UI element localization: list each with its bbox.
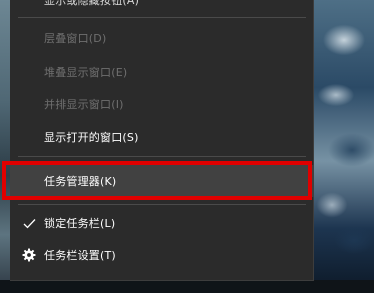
taskbar-edge (0, 280, 374, 293)
gear-icon (21, 247, 37, 263)
menu-item-cascade-windows: 层叠窗口(D) (10, 22, 314, 54)
menu-separator (18, 156, 306, 157)
menu-item-label: 任务栏设置(T) (44, 249, 116, 262)
desktop: 显示或隐藏按钮(A) 层叠窗口(D) 堆叠显示窗口(E) 并排显示窗口(I) 显… (0, 0, 374, 293)
menu-item-task-manager[interactable]: 任务管理器(K) (10, 165, 314, 197)
menu-separator (18, 17, 306, 18)
desktop-wallpaper-left (0, 0, 10, 293)
menu-item-label: 锁定任务栏(L) (44, 217, 116, 230)
menu-item-taskbar-settings[interactable]: 任务栏设置(T) (10, 239, 314, 271)
menu-item-label: 堆叠显示窗口(E) (44, 66, 128, 79)
taskbar-context-menu: 显示或隐藏按钮(A) 层叠窗口(D) 堆叠显示窗口(E) 并排显示窗口(I) 显… (10, 0, 314, 281)
menu-item-stack-windows: 堆叠显示窗口(E) (10, 56, 314, 88)
menu-item-lock-taskbar[interactable]: 锁定任务栏(L) (10, 207, 314, 239)
menu-item-show-hide-buttons[interactable]: 显示或隐藏按钮(A) (10, 0, 314, 7)
desktop-wallpaper-right (314, 0, 374, 293)
menu-item-label: 显示打开的窗口(S) (44, 131, 139, 144)
menu-item-label: 层叠窗口(D) (44, 32, 107, 45)
menu-separator (18, 204, 306, 205)
menu-item-side-by-side-windows: 并排显示窗口(I) (10, 88, 314, 120)
checkmark-icon (21, 215, 37, 231)
menu-item-label: 并排显示窗口(I) (44, 98, 124, 111)
menu-item-label: 任务管理器(K) (44, 175, 117, 188)
menu-item-label: 显示或隐藏按钮(A) (44, 0, 140, 7)
menu-item-show-open-windows[interactable]: 显示打开的窗口(S) (10, 121, 314, 153)
